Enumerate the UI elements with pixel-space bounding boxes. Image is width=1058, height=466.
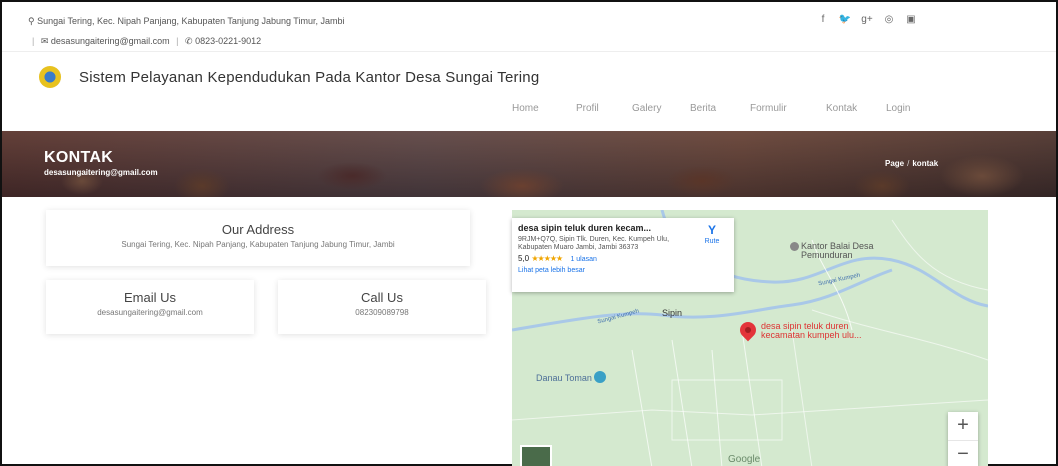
envelope-icon: ✉ (40, 36, 49, 46)
zoom-out-button[interactable]: − (948, 440, 978, 466)
zoom-control: + − (948, 412, 978, 466)
dribbble-icon[interactable]: ◎ (878, 12, 900, 28)
poi-office-label: Kantor Balai Desa Pemunduran (801, 241, 874, 260)
nav-berita[interactable]: Berita (690, 103, 750, 114)
topbar-phone[interactable]: 0823-0221-9012 (195, 36, 261, 46)
village-label: Sipin (662, 308, 683, 318)
divider: | (32, 36, 35, 46)
divider: | (176, 36, 179, 46)
rating-value: 5,0 (518, 254, 530, 263)
breadcrumb-current: kontak (912, 159, 939, 168)
route-label: Rute (704, 238, 720, 245)
email-value[interactable]: desasungaitering@gmail.com (46, 308, 254, 317)
zoom-in-button[interactable]: + (948, 412, 978, 440)
google-logo: Google (728, 454, 761, 465)
lake-poi[interactable]: Danau Toman (536, 371, 606, 383)
google-plus-icon[interactable]: g+ (856, 12, 878, 28)
place-address: 9RJM+Q7Q, Sipin Tlk. Duren, Kec. Kumpeh … (518, 236, 670, 251)
breadcrumb-separator: / (907, 159, 910, 168)
nav-formulir[interactable]: Formulir (750, 103, 826, 114)
review-count-link[interactable]: 1 ulasan (570, 256, 596, 263)
instagram-icon[interactable]: ▣ (900, 12, 922, 28)
lake-icon (593, 371, 606, 383)
address-value: Sungai Tering, Kec. Nipah Panjang, Kabup… (121, 240, 395, 249)
top-contact-bar: ⚲ Sungai Tering, Kec. Nipah Panjang, Kab… (2, 2, 1056, 52)
page-banner: KONTAK desasungaitering@gmail.com Page / k… (2, 131, 1056, 197)
nav-profil[interactable]: Profil (576, 103, 632, 114)
topbar-address-line: ⚲ Sungai Tering, Kec. Nipah Panjang, Kab… (28, 16, 345, 27)
twitter-icon[interactable]: 🐦 (834, 12, 856, 28)
topbar-contact-line: | ✉ desasungaitering@gmail.com | ✆ 0823-… (28, 36, 261, 47)
place-name: desa sipin teluk duren kecam... (518, 223, 652, 233)
breadcrumb-page[interactable]: Page (885, 159, 904, 168)
pin-label[interactable]: desa sipin teluk duren kecamatan kumpeh … (761, 322, 891, 340)
lake-label: Danau Toman (536, 373, 592, 383)
route-button[interactable]: Y Rute (698, 224, 726, 245)
satellite-toggle[interactable] (520, 445, 552, 466)
poi-office[interactable]: Kantor Balai Desa Pemunduran (790, 242, 911, 260)
email-card: Email Us desasungaitering@gmail.com (46, 280, 254, 334)
call-card: Call Us 082309089798 (278, 280, 486, 334)
site-title[interactable]: Sistem Pelayanan Kependudukan Pada Kanto… (79, 69, 539, 86)
facebook-icon[interactable]: f (812, 12, 834, 28)
star-rating-icon: ★★★★★ (531, 254, 563, 263)
main-nav: Home Profil Galery Berita Formulir Konta… (512, 103, 936, 114)
site-header: Sistem Pelayanan Kependudukan Pada Kanto… (2, 53, 1056, 131)
breadcrumb: Page / kontak (885, 159, 938, 168)
call-title: Call Us (361, 290, 403, 305)
village-logo[interactable] (39, 66, 61, 88)
nav-login[interactable]: Login (886, 103, 936, 114)
call-value[interactable]: 082309089798 (278, 308, 486, 317)
email-title: Email Us (123, 290, 176, 305)
topbar-address: Sungai Tering, Kec. Nipah Panjang, Kabup… (37, 16, 345, 26)
address-card: Our Address Sungai Tering, Kec. Nipah Pa… (46, 210, 470, 266)
nav-galery[interactable]: Galery (632, 103, 690, 114)
nav-home[interactable]: Home (512, 103, 576, 114)
place-rating: 5,0 ★★★★★ 1 ulasan (518, 254, 728, 263)
map-marker-icon: ⚲ (28, 16, 35, 26)
nav-kontak[interactable]: Kontak (826, 103, 886, 114)
topbar-email[interactable]: desasungaitering@gmail.com (51, 36, 170, 46)
address-title: Our Address (221, 222, 295, 237)
page-title: KONTAK (44, 149, 114, 166)
directions-icon: Y (707, 223, 716, 237)
phone-icon: ✆ (185, 36, 193, 46)
building-icon (790, 242, 799, 251)
page-subtitle: desasungaitering@gmail.com (44, 168, 158, 177)
larger-map-link[interactable]: Lihat peta lebih besar (518, 267, 728, 274)
social-links: f 🐦 g+ ◎ ▣ (812, 12, 922, 28)
